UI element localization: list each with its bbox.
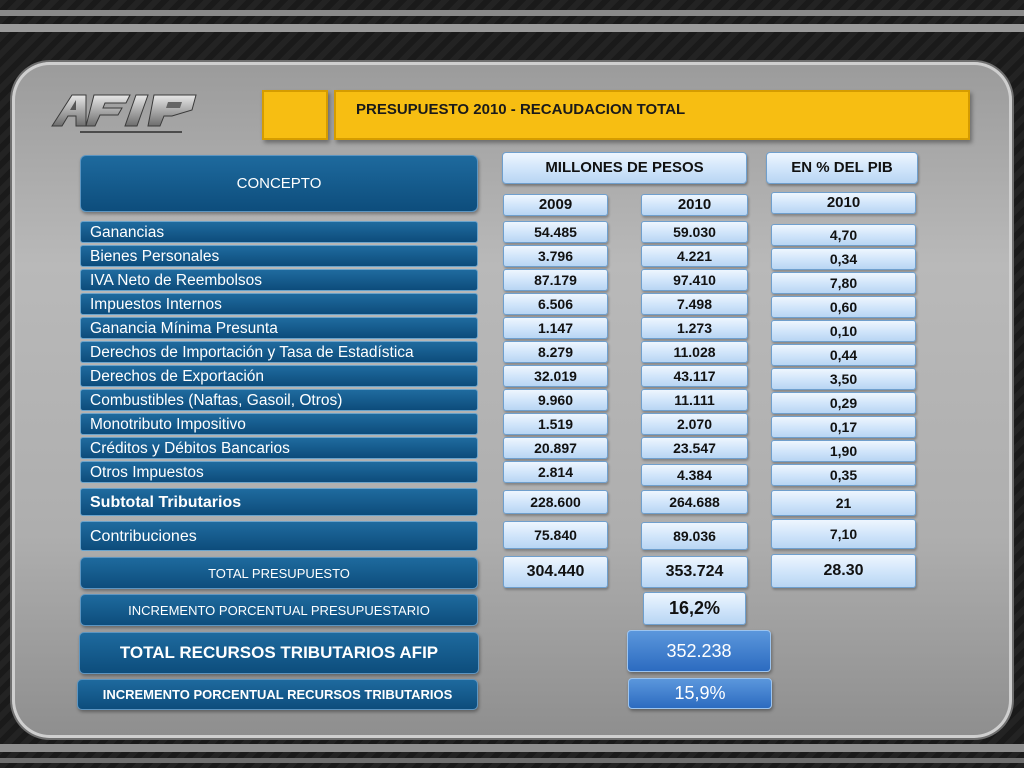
- row-value-2010: 2.070: [641, 413, 748, 435]
- row-value-pib: 1,90: [771, 440, 916, 462]
- row-value-2010: 7.498: [641, 293, 748, 315]
- header-pib-year-2010: 2010: [771, 192, 916, 214]
- header-year-2009: 2009: [503, 194, 608, 216]
- total-presupuesto-2009: 304.440: [503, 556, 608, 588]
- contribuciones-2009: 75.840: [503, 521, 608, 549]
- subtotal-2009: 228.600: [503, 490, 608, 514]
- row-value-pib: 0,60: [771, 296, 916, 318]
- row-value-2010: 59.030: [641, 221, 748, 243]
- row-value-2009: 20.897: [503, 437, 608, 459]
- subtotal-label: Subtotal Tributarios: [80, 488, 478, 516]
- total-presupuesto-label: TOTAL PRESUPUESTO: [80, 557, 478, 589]
- row-value-2009: 1.147: [503, 317, 608, 339]
- afip-logo: [50, 92, 200, 138]
- row-value-2010: 11.028: [641, 341, 748, 363]
- row-concepto: Bienes Personales: [80, 245, 478, 267]
- row-value-2010: 1.273: [641, 317, 748, 339]
- row-value-2009: 3.796: [503, 245, 608, 267]
- row-value-2010: 43.117: [641, 365, 748, 387]
- row-value-2009: 8.279: [503, 341, 608, 363]
- incremento-recursos-label: INCREMENTO PORCENTUAL RECURSOS TRIBUTARI…: [77, 679, 478, 710]
- row-concepto: Otros Impuestos: [80, 461, 478, 483]
- row-concepto: IVA Neto de Reembolsos: [80, 269, 478, 291]
- header-en-pib: EN % DEL PIB: [766, 152, 918, 184]
- contribuciones-label: Contribuciones: [80, 521, 478, 551]
- bottom-stripe: [0, 744, 1024, 752]
- row-value-2009: 6.506: [503, 293, 608, 315]
- incremento-presupuestario-label: INCREMENTO PORCENTUAL PRESUPUESTARIO: [80, 594, 478, 626]
- top-stripe-2: [0, 24, 1024, 32]
- row-concepto: Derechos de Importación y Tasa de Estadí…: [80, 341, 478, 363]
- subtotal-2010: 264.688: [641, 490, 748, 514]
- row-value-pib: 0,35: [771, 464, 916, 486]
- incremento-recursos-value: 15,9%: [628, 678, 772, 709]
- row-value-pib: 3,50: [771, 368, 916, 390]
- row-value-2009: 1.519: [503, 413, 608, 435]
- row-value-2009: 54.485: [503, 221, 608, 243]
- row-concepto: Créditos y Débitos Bancarios: [80, 437, 478, 459]
- total-recursos-label: TOTAL RECURSOS TRIBUTARIOS AFIP: [79, 632, 479, 674]
- row-value-2010: 97.410: [641, 269, 748, 291]
- row-value-pib: 4,70: [771, 224, 916, 246]
- header-concepto: CONCEPTO: [80, 155, 478, 212]
- row-value-2009: 87.179: [503, 269, 608, 291]
- header-millones-de-pesos: MILLONES DE PESOS: [502, 152, 747, 184]
- row-concepto: Combustibles (Naftas, Gasoil, Otros): [80, 389, 478, 411]
- total-presupuesto-pib: 28.30: [771, 554, 916, 588]
- title-accent-box: [262, 90, 328, 140]
- incremento-presupuestario-value: 16,2%: [643, 592, 746, 625]
- row-value-pib: 0,34: [771, 248, 916, 270]
- row-concepto: Ganancia Mínima Presunta: [80, 317, 478, 339]
- row-concepto: Impuestos Internos: [80, 293, 478, 315]
- row-value-2010: 11.111: [641, 389, 748, 411]
- total-presupuesto-2010: 353.724: [641, 556, 748, 588]
- page-title: PRESUPUESTO 2010 - RECAUDACION TOTAL: [356, 101, 686, 118]
- row-concepto: Derechos de Exportación: [80, 365, 478, 387]
- contribuciones-pib: 7,10: [771, 519, 916, 549]
- bottom-stripe-2: [0, 758, 1024, 763]
- top-stripe: [0, 10, 1024, 16]
- row-value-2010: 23.547: [641, 437, 748, 459]
- row-value-pib: 0,44: [771, 344, 916, 366]
- total-recursos-value: 352.238: [627, 630, 771, 672]
- row-value-2010: 4.384: [641, 464, 748, 486]
- row-value-pib: 7,80: [771, 272, 916, 294]
- row-value-2009: 9.960: [503, 389, 608, 411]
- row-concepto: Ganancias: [80, 221, 478, 243]
- row-value-2010: 4.221: [641, 245, 748, 267]
- header-year-2010: 2010: [641, 194, 748, 216]
- row-value-pib: 0,17: [771, 416, 916, 438]
- row-value-pib: 0,10: [771, 320, 916, 342]
- row-concepto: Monotributo Impositivo: [80, 413, 478, 435]
- row-value-2009: 2.814: [503, 461, 608, 483]
- contribuciones-2010: 89.036: [641, 522, 748, 550]
- row-value-pib: 0,29: [771, 392, 916, 414]
- row-value-2009: 32.019: [503, 365, 608, 387]
- subtotal-pib: 21: [771, 490, 916, 516]
